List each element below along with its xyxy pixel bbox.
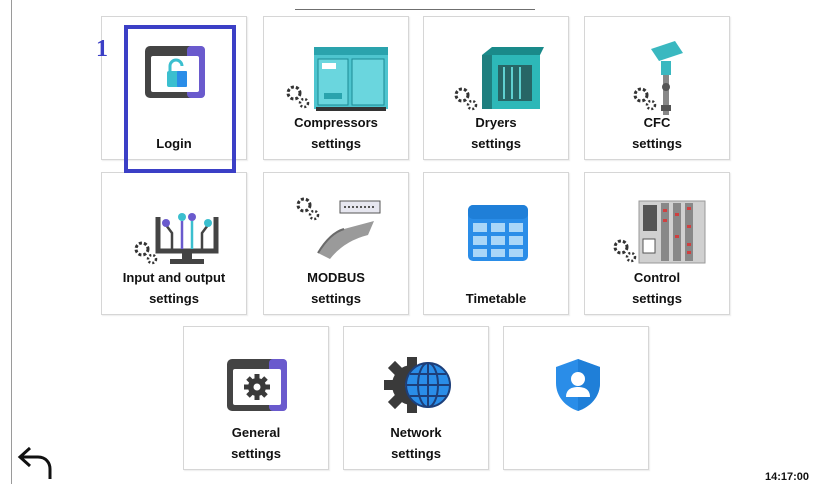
tile-control-settings[interactable]: Control settings [584, 172, 730, 315]
tile-dryers-settings[interactable]: Dryers settings [423, 16, 569, 160]
flow-controller-icon [633, 41, 683, 115]
tile-compressors-settings[interactable]: Compressors settings [263, 16, 409, 160]
tile-user-security[interactable] [503, 326, 649, 470]
user-shield-icon [556, 359, 600, 411]
tile-input-output-settings[interactable]: Input and output settings [101, 172, 247, 315]
lock-window-icon [145, 46, 205, 98]
clock: 14:17:00 [765, 471, 810, 483]
tile-login[interactable]: Login [101, 16, 247, 160]
tile-label: General settings [231, 425, 281, 461]
tile-timetable[interactable]: Timetable [423, 172, 569, 315]
tile-label: Login [156, 136, 192, 151]
tile-label: Control settings [632, 270, 682, 306]
tile-label: Timetable [465, 291, 527, 306]
screen-top-edge [295, 9, 535, 10]
tile-cfc-settings[interactable]: CFC settings [584, 16, 730, 160]
tile-label: MODBUS settings [307, 270, 365, 306]
tile-label: Input and output settings [122, 270, 226, 306]
control-cabinet-icon [613, 200, 706, 264]
io-monitor-icon [134, 213, 219, 265]
gear-globe-icon [384, 357, 451, 413]
back-arrow-icon[interactable] [14, 445, 54, 481]
screen-border [11, 0, 12, 484]
tile-modbus-settings[interactable]: MODBUS settings [263, 172, 409, 315]
modbus-cable-icon [296, 197, 381, 259]
gear-window-icon [227, 359, 287, 411]
tile-label: CFC settings [632, 115, 682, 151]
compressor-icon [286, 47, 388, 111]
tile-label: Compressors settings [294, 115, 378, 151]
tile-network-settings[interactable]: Network settings [343, 326, 489, 470]
step-marker: 1 [96, 36, 108, 62]
tile-label: Network settings [390, 425, 442, 461]
calendar-icon [468, 205, 528, 261]
tile-general-settings[interactable]: General settings [183, 326, 329, 470]
tile-label: Dryers settings [471, 115, 521, 151]
dryer-icon [454, 47, 544, 111]
